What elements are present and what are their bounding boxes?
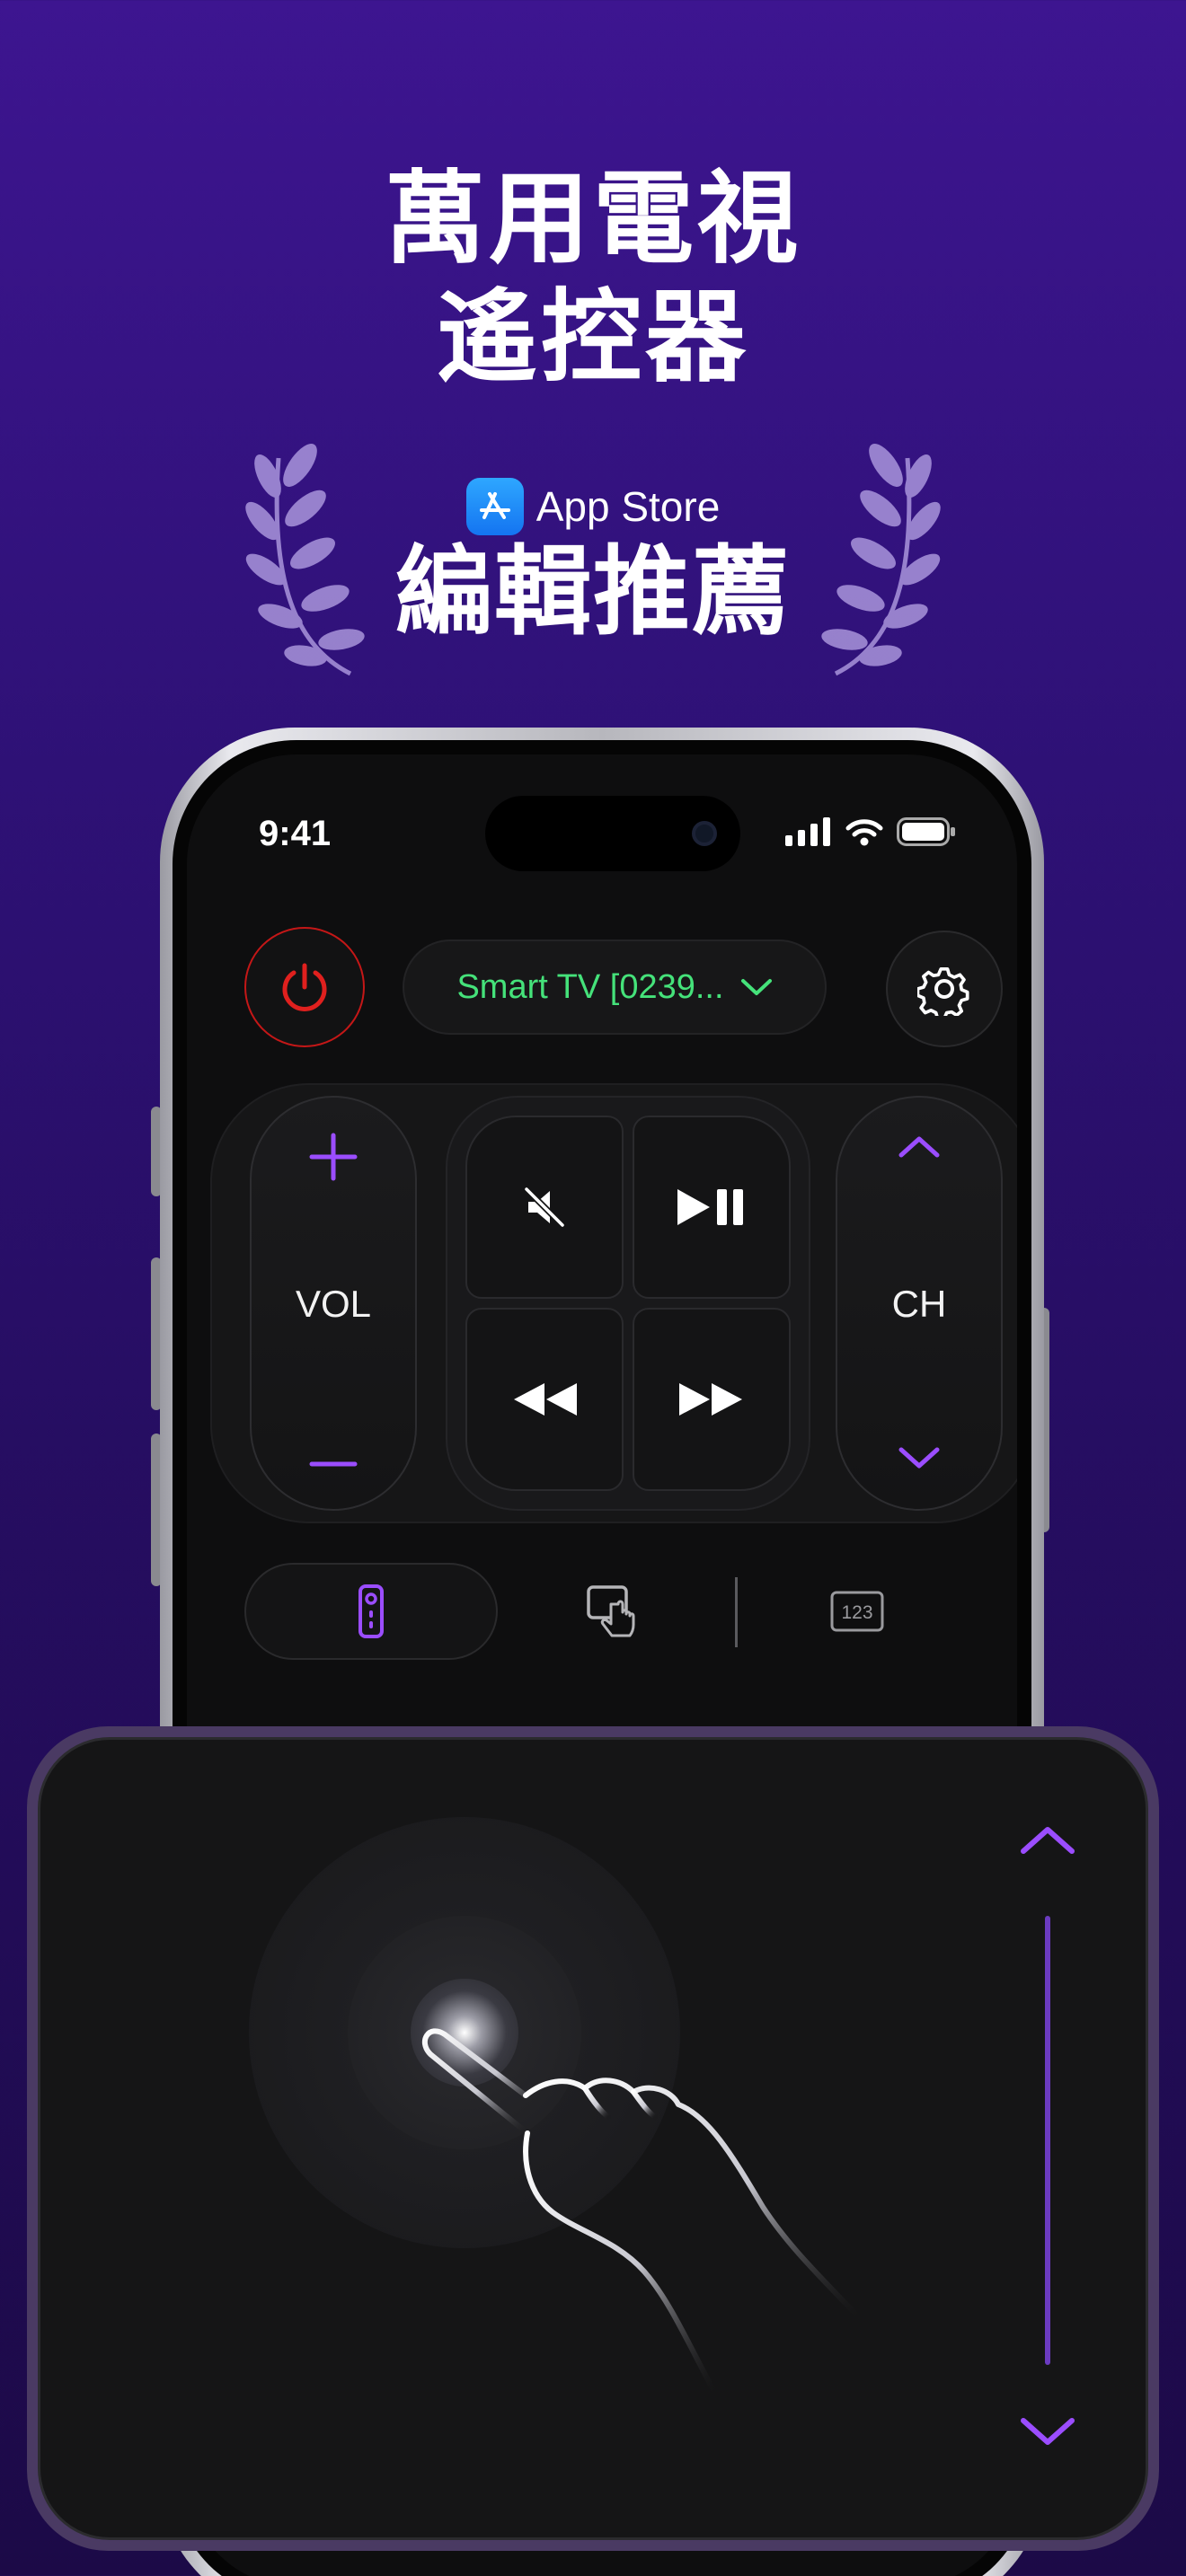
- play-pause-button[interactable]: [633, 1116, 791, 1299]
- status-time: 9:41: [259, 814, 332, 853]
- mute-button[interactable]: [465, 1116, 624, 1299]
- rewind-icon: [514, 1383, 577, 1416]
- scroll-track[interactable]: [1045, 1916, 1050, 2365]
- app-store-label: App Store: [535, 483, 721, 530]
- scroll-down-button[interactable]: [1018, 2413, 1077, 2453]
- fast-forward-icon: [679, 1383, 742, 1416]
- plus-icon: [309, 1133, 358, 1181]
- minus-icon: [309, 1461, 358, 1467]
- device-selector[interactable]: Smart TV [0239...: [403, 940, 827, 1035]
- chevron-up-icon: [1021, 1827, 1075, 1854]
- dynamic-island: [485, 796, 740, 871]
- award-title: 編輯推薦: [394, 536, 791, 648]
- gear-icon: [917, 966, 969, 1016]
- rewind-button[interactable]: [465, 1308, 624, 1491]
- media-controls: [446, 1096, 810, 1511]
- volume-down-button[interactable]: [252, 1455, 415, 1473]
- power-icon: [282, 963, 327, 1011]
- status-icons: [785, 817, 956, 846]
- chevron-down-icon: [898, 1447, 940, 1469]
- numpad-label: 123: [841, 1602, 872, 1623]
- channel-up-button[interactable]: [837, 1132, 1001, 1160]
- tab-divider: [735, 1577, 738, 1647]
- fast-forward-button[interactable]: [633, 1308, 791, 1491]
- trackpad-area[interactable]: [38, 1737, 1148, 2540]
- award-store: App Store: [0, 478, 1186, 535]
- mute-icon: [524, 1187, 565, 1228]
- chevron-up-icon: [898, 1136, 940, 1158]
- mode-tabs: 123: [244, 1563, 999, 1662]
- headline-line-2: 遙控器: [437, 279, 749, 396]
- tab-numpad[interactable]: 123: [828, 1584, 886, 1638]
- battery-icon: [897, 817, 955, 846]
- touchpad-icon: [587, 1585, 635, 1637]
- device-name: Smart TV [0239...: [456, 967, 724, 1006]
- play-pause-icon: [677, 1189, 743, 1225]
- volume-up-button[interactable]: [252, 1132, 415, 1182]
- trackpad-frame: [27, 1726, 1159, 2551]
- power-button[interactable]: [244, 927, 365, 1047]
- scroll-up-button[interactable]: [1018, 1822, 1077, 1862]
- channel-rocker: CH: [836, 1096, 1003, 1511]
- headline-line-1: 萬用電視: [385, 161, 801, 278]
- chevron-down-icon: [740, 979, 772, 995]
- numpad-icon: 123: [830, 1591, 884, 1632]
- hand-gesture-icon: [421, 2028, 861, 2395]
- channel-down-button[interactable]: [837, 1444, 1001, 1473]
- tab-touchpad[interactable]: [584, 1581, 647, 1644]
- signal-icon: [785, 817, 830, 846]
- app-store-icon: [465, 478, 524, 535]
- settings-button[interactable]: [886, 931, 1003, 1047]
- wifi-icon: [845, 819, 883, 846]
- camera-icon: [692, 821, 717, 846]
- chevron-down-icon: [1021, 2418, 1075, 2445]
- tab-remote[interactable]: [244, 1563, 498, 1660]
- volume-rocker: VOL: [250, 1096, 417, 1511]
- headline: 萬用電視 遙控器: [0, 160, 1186, 397]
- volume-label: VOL: [295, 1283, 372, 1325]
- control-panel: VOL CH: [210, 1083, 1017, 1523]
- remote-icon: [358, 1584, 384, 1638]
- channel-label: CH: [891, 1283, 947, 1325]
